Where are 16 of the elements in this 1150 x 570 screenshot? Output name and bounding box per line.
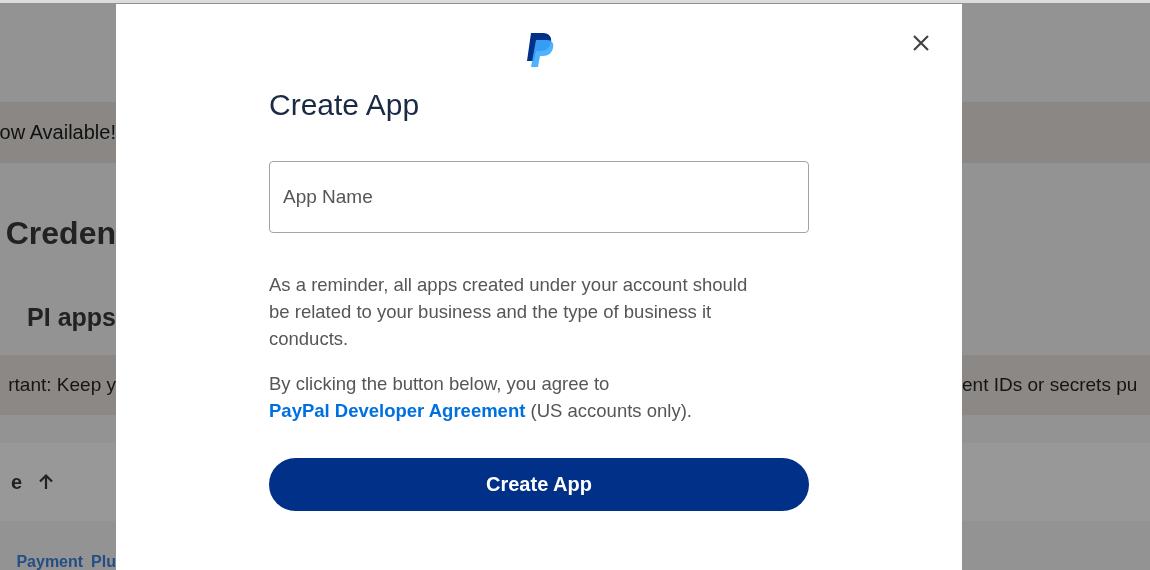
logo-icon <box>526 32 554 68</box>
app-link[interactable]: Plu <box>91 553 116 570</box>
app-link[interactable]: Payment <box>16 553 84 570</box>
column-header[interactable]: e <box>10 470 22 494</box>
page-heading: Creden <box>5 214 116 252</box>
section-heading: PI apps <box>27 303 116 332</box>
notice-text: rtant: Keep y <box>8 374 116 396</box>
banner-text: ow Available! <box>0 121 116 144</box>
app-name-field[interactable]: App Name <box>269 161 809 233</box>
sort-arrow-icon[interactable] <box>36 472 56 492</box>
reminder-text: As a reminder, all apps created under your account should be related to your business and the type of business it conducts. <box>269 273 749 351</box>
notice-text: ent IDs or secrets pu <box>962 374 1138 395</box>
dialog-title: Create App <box>269 87 421 123</box>
create-app-button[interactable]: Create App <box>269 458 809 511</box>
agreement-text: By clicking the button below, you agree to PayPal Developer Agreement (US accounts only). <box>269 372 693 423</box>
agreement-link[interactable]: PayPal Developer Agreement <box>269 400 526 421</box>
